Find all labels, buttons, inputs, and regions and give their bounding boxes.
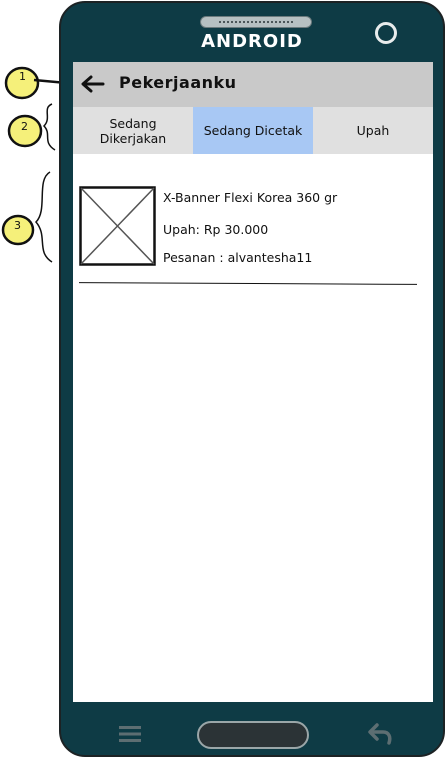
menu-icon[interactable] <box>119 725 141 743</box>
item-name: X-Banner Flexi Korea 360 gr <box>163 190 338 205</box>
list-divider <box>78 282 418 285</box>
page-title: Pekerjaanku <box>119 73 237 92</box>
tab-upah[interactable]: Upah <box>313 107 433 154</box>
tab-sedang-dikerjakan[interactable]: Sedang Dikerjakan <box>73 107 193 154</box>
app-bar: Pekerjaanku <box>73 62 433 107</box>
annotation-layer: 1 2 3 <box>1 66 60 263</box>
image-placeholder-icon <box>79 186 156 266</box>
annotation-1-label: 1 <box>19 70 26 83</box>
tab-bar: Sedang Dikerjakan Sedang Dicetak Upah <box>73 107 433 154</box>
annotation-3-label: 3 <box>14 219 21 232</box>
annotation-badge-1: 1 <box>4 66 60 100</box>
back-arrow-icon[interactable] <box>79 72 105 96</box>
job-list-item[interactable]: X-Banner Flexi Korea 360 gr Upah: Rp 30.… <box>79 186 419 268</box>
tab-sedang-dicetak[interactable]: Sedang Dicetak <box>193 107 313 154</box>
home-button[interactable] <box>197 721 309 749</box>
annotation-badge-2: 2 <box>7 103 56 151</box>
annotation-2-label: 2 <box>21 120 28 133</box>
app-screen: Pekerjaanku Sedang Dikerjakan Sedang Dic… <box>73 62 433 702</box>
undo-arrow-icon[interactable] <box>367 723 393 745</box>
item-wage: Upah: Rp 30.000 <box>163 222 269 237</box>
item-order: Pesanan : alvantesha11 <box>163 250 313 265</box>
phone-frame: ANDROID Pekerjaanku Sedang Dikerjakan Se… <box>59 1 445 757</box>
camera-icon <box>375 22 397 44</box>
speaker-grille <box>200 16 312 28</box>
annotation-badge-3: 3 <box>1 171 53 263</box>
